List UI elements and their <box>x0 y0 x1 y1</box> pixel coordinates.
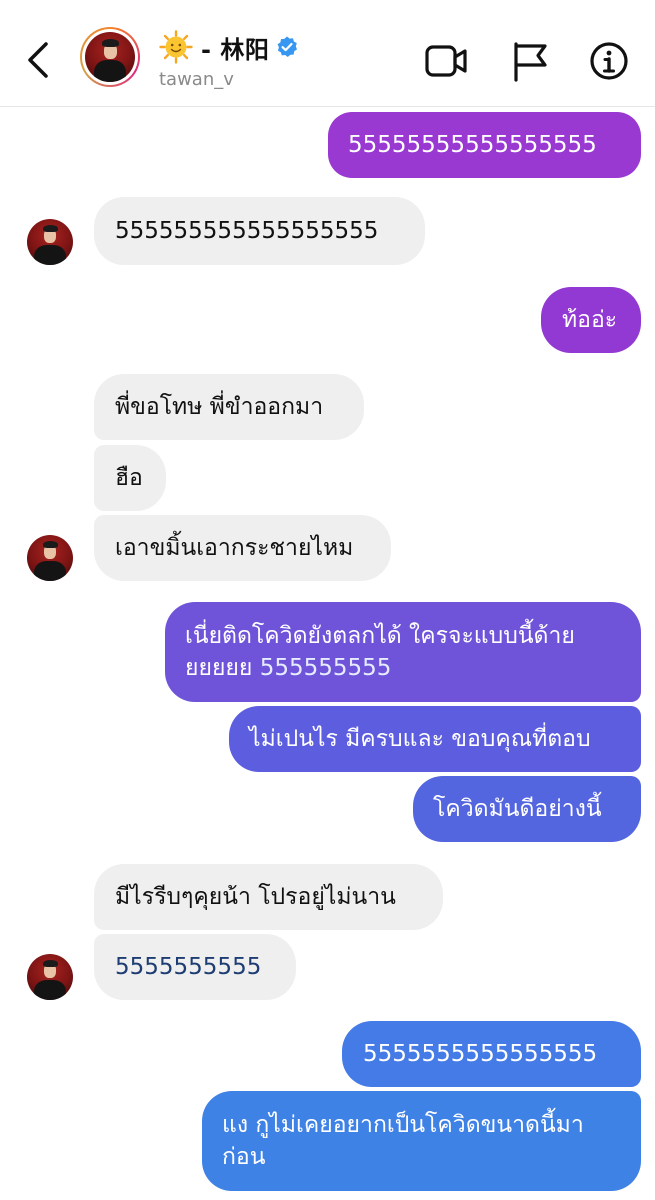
outgoing-message[interactable]: เนี่ยติดโควิดยังตลกได้ ใครจะแบบนี้ด้าย ย… <box>165 602 641 702</box>
back-icon[interactable] <box>22 38 56 82</box>
profile-avatar[interactable] <box>80 27 140 87</box>
outgoing-message[interactable]: แง กูไม่เคยอยากเป็นโควิดขนาดนี้มา ก่อน <box>202 1091 641 1191</box>
profile-username[interactable]: tawan_v <box>159 69 234 90</box>
message-text: 5555555555555555 <box>363 1041 598 1067</box>
message-text: เอาขมิ้นเอากระชายไหม <box>115 535 354 561</box>
sender-avatar[interactable] <box>27 954 73 1000</box>
outgoing-message[interactable]: ท้ออ่ะ <box>541 287 641 353</box>
profile-title-row[interactable]: - 林阳 <box>159 30 299 64</box>
info-icon[interactable] <box>587 40 631 84</box>
message-text: โควิดมันดีอย่างนี้ <box>433 796 602 822</box>
incoming-message[interactable]: พี่ขอโทษ พี่ขำออกมา <box>94 374 364 440</box>
message-text-line: ยยยยย 555555555 <box>185 652 621 684</box>
verified-badge-icon <box>277 36 298 57</box>
incoming-message[interactable]: ฮือ <box>94 445 166 511</box>
incoming-message[interactable]: มีไรรีบๆคุยน้า โปรอยู่ไม่นาน <box>94 864 443 930</box>
outgoing-message[interactable]: โควิดมันดีอย่างนี้ <box>413 776 641 842</box>
video-call-icon[interactable] <box>424 40 468 84</box>
message-text: มีไรรีบๆคุยน้า โปรอยู่ไม่นาน <box>115 884 396 910</box>
outgoing-message[interactable]: 55555555555555555 <box>328 112 641 178</box>
sender-avatar[interactable] <box>27 535 73 581</box>
message-text: ยยยยย <box>185 655 260 681</box>
message-text: ท้ออ่ะ <box>562 307 618 333</box>
message-text-line: แง กูไม่เคยอยากเป็นโควิดขนาดนี้มา <box>222 1112 584 1138</box>
message-text: ฮือ <box>115 465 143 491</box>
message-text-line: เนี่ยติดโควิดยังตลกได้ ใครจะแบบนี้ด้าย <box>185 623 575 649</box>
outgoing-message[interactable]: 5555555555555555 <box>342 1021 641 1087</box>
chat-header: - 林阳 tawan_v <box>0 0 655 107</box>
incoming-message[interactable]: 5555555555 <box>94 934 296 1000</box>
message-text: พี่ขอโทษ พี่ขำออกมา <box>115 394 324 420</box>
profile-name: - 林阳 <box>201 35 270 64</box>
message-text: 55555555555555555 <box>348 132 597 158</box>
incoming-message[interactable]: เอาขมิ้นเอากระชายไหม <box>94 515 391 581</box>
incoming-message[interactable]: 555555555555555555 <box>94 197 425 265</box>
message-text-line: ก่อน <box>222 1144 266 1170</box>
outgoing-message[interactable]: ไม่เปนไร มีครบและ ขอบคุณที่ตอบ <box>229 706 641 772</box>
message-number-text: 5555555555 <box>115 954 262 980</box>
message-text: 555555555555555555 <box>115 218 379 244</box>
sun-emoji-icon <box>159 30 193 64</box>
message-text: ไม่เปนไร มีครบและ ขอบคุณที่ตอบ <box>249 726 591 752</box>
sender-avatar[interactable] <box>27 219 73 265</box>
report-flag-icon[interactable] <box>508 40 552 84</box>
message-number-text: 555555555 <box>259 655 392 681</box>
